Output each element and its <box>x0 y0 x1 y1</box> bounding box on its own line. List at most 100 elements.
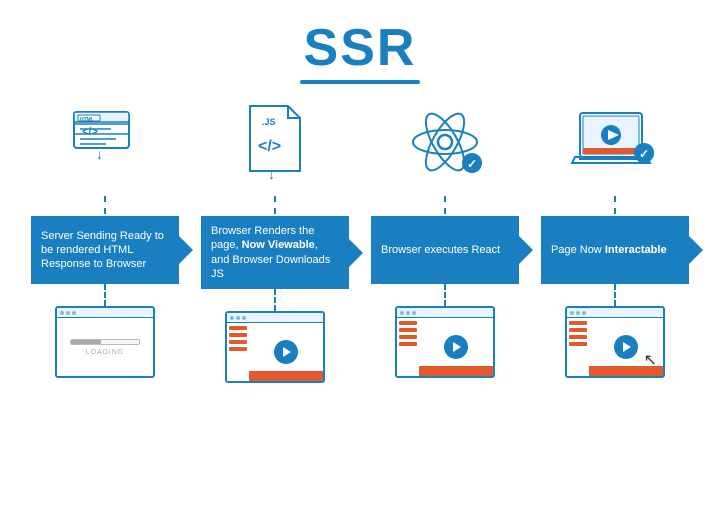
dot1 <box>60 311 64 315</box>
sidebar-line-6 <box>399 328 417 332</box>
main-title: SSR <box>0 18 720 78</box>
dot9 <box>412 311 416 315</box>
dot7 <box>400 311 404 315</box>
react-icon: ✓ <box>404 101 486 183</box>
laptop-icon: ✓ ✓ <box>570 101 660 183</box>
react-icon-area: ✓ <box>404 94 486 194</box>
svg-text:</>: </> <box>258 138 281 155</box>
sidebar-line-7 <box>399 335 417 339</box>
dashed-v-4 <box>614 196 616 214</box>
diagram-row: HTML </> ↓ Server Sending Ready to be re… <box>0 94 720 383</box>
step-bold-2: Now Viewable <box>242 239 315 251</box>
sidebar-line-2 <box>229 333 247 337</box>
loading-label: LOADING <box>86 349 125 356</box>
dot6 <box>242 316 246 320</box>
server-icon-wrap: HTML </> ↓ <box>66 102 144 187</box>
sidebar-line-1 <box>229 326 247 330</box>
dot2 <box>66 311 70 315</box>
play-triangle-3 <box>453 342 461 352</box>
dashed-v-below-4 <box>614 284 616 306</box>
svg-text:↓: ↓ <box>96 146 103 162</box>
browser-sidebar-2 <box>227 323 249 381</box>
play-triangle-2 <box>283 347 291 357</box>
dot10 <box>570 311 574 315</box>
play-button-4 <box>614 335 638 359</box>
sidebar-line-5 <box>399 321 417 325</box>
sidebar-line-9 <box>569 321 587 325</box>
browser-titlebar-2 <box>227 313 323 323</box>
dot12 <box>582 311 586 315</box>
orange-bar-3 <box>419 366 493 376</box>
sidebar-line-11 <box>569 335 587 339</box>
browser-body-2 <box>227 323 323 381</box>
sidebar-line-8 <box>399 342 417 346</box>
loading-bar-fill <box>71 340 101 344</box>
play-button-3 <box>444 335 468 359</box>
svg-text:.JS: .JS <box>262 117 276 127</box>
dashed-v-below-2 <box>274 289 276 311</box>
dashed-v-2 <box>274 196 276 214</box>
dot11 <box>576 311 580 315</box>
svg-text:↓: ↓ <box>268 166 275 182</box>
col-js: .JS </> ↓ Browser Renders the page, Now … <box>190 94 360 383</box>
col-react: ✓ Browser executes React <box>360 94 530 378</box>
dot5 <box>236 316 240 320</box>
dashed-v-below-3 <box>444 284 446 306</box>
browser-body-4: ↖ <box>567 318 663 376</box>
step-box-2: Browser Renders the page, Now Viewable, … <box>201 216 349 289</box>
play-button-2 <box>274 340 298 364</box>
browser-content-4: ↖ <box>565 306 665 378</box>
browser-content-3 <box>395 306 495 378</box>
server-icon-area: HTML </> ↓ <box>66 94 144 194</box>
title-underline <box>300 80 420 84</box>
svg-text:✓: ✓ <box>639 147 649 161</box>
browser-sidebar-3 <box>397 318 419 376</box>
dashed-v-1 <box>104 196 106 214</box>
react-icon-wrap: ✓ <box>404 101 486 188</box>
sidebar-line-10 <box>569 328 587 332</box>
browser-content-area-3 <box>419 318 493 376</box>
js-file-icon: .JS </> ↓ <box>240 101 310 183</box>
svg-text:HTML: HTML <box>80 117 94 123</box>
sidebar-line-3 <box>229 340 247 344</box>
js-icon-area: .JS </> ↓ <box>240 94 310 194</box>
svg-text:✓: ✓ <box>467 157 477 171</box>
sidebar-line-4 <box>229 347 247 351</box>
browser-titlebar-1 <box>57 308 153 318</box>
step-text-3: Browser executes React <box>381 243 500 257</box>
laptop-icon-area: ✓ ✓ <box>570 94 660 194</box>
browser-content-area-2 <box>249 323 323 381</box>
browser-content-area-4: ↖ <box>589 318 663 376</box>
orange-bar-2 <box>249 371 323 381</box>
browser-titlebar-3 <box>397 308 493 318</box>
col-laptop: ✓ ✓ Page Now Interactable <box>530 94 700 378</box>
step-bold-4: Interactable <box>605 244 667 256</box>
laptop-icon-wrap: ✓ ✓ <box>570 101 660 188</box>
play-triangle-4 <box>623 342 631 352</box>
dot3 <box>72 311 76 315</box>
loading-body: LOADING <box>57 318 153 376</box>
step-box-4: Page Now Interactable <box>541 216 689 284</box>
browser-loading: LOADING <box>55 306 155 378</box>
dashed-v-below-1 <box>104 284 106 306</box>
browser-content-2 <box>225 311 325 383</box>
step-text-4: Page Now Interactable <box>551 243 667 257</box>
js-icon-wrap: .JS </> ↓ <box>240 101 310 188</box>
dot4 <box>230 316 234 320</box>
svg-text:</>: </> <box>82 126 98 138</box>
loading-bar-track <box>70 339 140 345</box>
sidebar-line-12 <box>569 342 587 346</box>
browser-sidebar-4 <box>567 318 589 376</box>
server-icon: HTML </> ↓ <box>66 102 144 182</box>
browser-body-3 <box>397 318 493 376</box>
step-text-2: Browser Renders the page, Now Viewable, … <box>211 224 339 281</box>
step-box-3: Browser executes React <box>371 216 519 284</box>
step-box-1: Server Sending Ready to be rendered HTML… <box>31 216 179 284</box>
cursor-icon: ↖ <box>644 350 657 370</box>
page-title-area: SSR <box>0 0 720 84</box>
col-server: HTML </> ↓ Server Sending Ready to be re… <box>20 94 190 378</box>
dashed-v-3 <box>444 196 446 214</box>
browser-titlebar-4 <box>567 308 663 318</box>
step-text-1: Server Sending Ready to be rendered HTML… <box>41 229 169 272</box>
dot8 <box>406 311 410 315</box>
